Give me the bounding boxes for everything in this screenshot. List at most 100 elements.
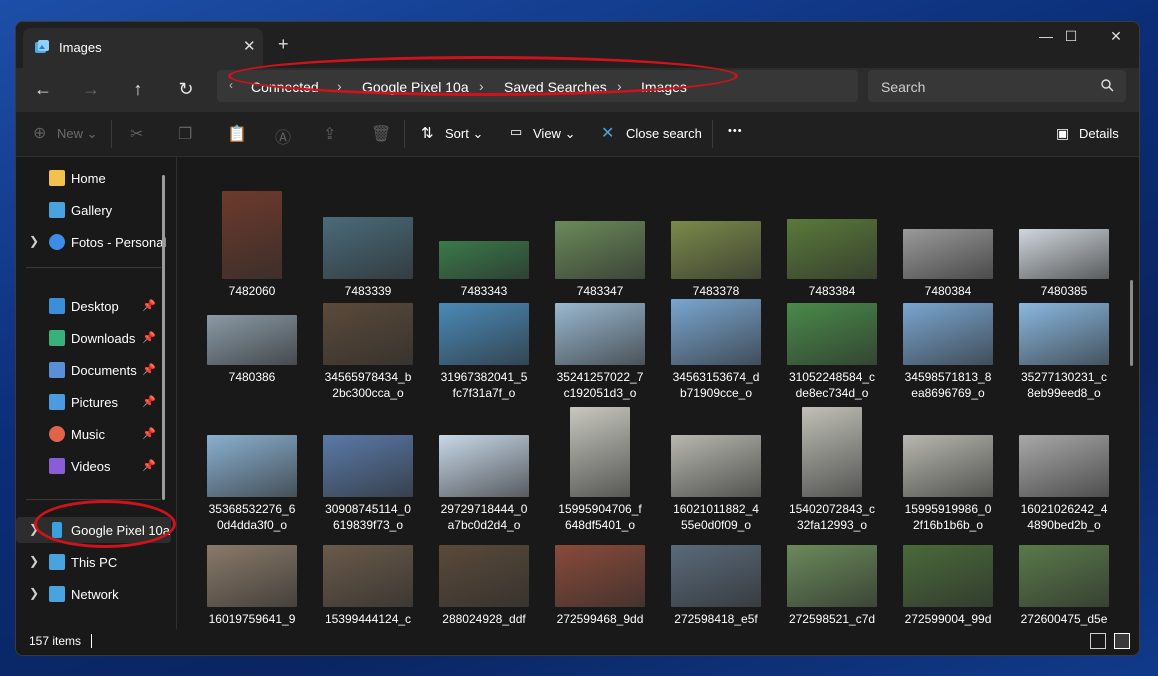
- thumbnail-frame: [1006, 273, 1122, 365]
- sidebar-item-downloads[interactable]: Downloads 📌: [16, 325, 171, 351]
- thumbnail-image: [787, 219, 877, 279]
- close-search-button[interactable]: Close search: [626, 126, 702, 141]
- file-tile[interactable]: 31052248584_c​de8ec734d_o: [774, 273, 890, 403]
- pin-icon[interactable]: 📌: [142, 395, 156, 408]
- file-tile[interactable]: 272599004_99d​9a0d7bf_o: [890, 515, 1006, 629]
- cut-icon[interactable]: ✂: [130, 124, 143, 144]
- file-tile[interactable]: 31967382041_5​fc7f31a7f_o: [426, 273, 542, 403]
- sidebar-item-pictures[interactable]: Pictures 📌: [16, 389, 171, 415]
- close-search-icon: ✕: [601, 125, 615, 142]
- sidebar-item-gallery[interactable]: Gallery: [16, 197, 171, 223]
- pin-icon[interactable]: 📌: [142, 363, 156, 376]
- breadcrumb-lead-chevron-icon: ‹: [229, 78, 233, 92]
- file-tile[interactable]: 34563153674_d​b71909cce_o: [658, 273, 774, 403]
- breadcrumb-connected[interactable]: Connected: [251, 79, 319, 95]
- thumbnail-frame: [426, 405, 542, 497]
- new-button[interactable]: New ⌄: [57, 126, 98, 142]
- sidebar-item-label: Home: [71, 171, 106, 186]
- network-icon: [49, 586, 65, 602]
- file-tile[interactable]: 7483343: [426, 157, 542, 298]
- content-scrollbar[interactable]: [1130, 280, 1133, 366]
- pin-icon[interactable]: 📌: [142, 299, 156, 312]
- sidebar-item-network[interactable]: ❯ Network: [16, 581, 171, 607]
- file-tile[interactable]: 7480385: [1006, 157, 1122, 298]
- details-button[interactable]: Details: [1079, 126, 1119, 141]
- forward-button[interactable]: →: [76, 76, 106, 102]
- share-icon[interactable]: ⇪: [323, 124, 336, 144]
- new-tab-button[interactable]: +: [278, 34, 289, 55]
- paste-icon[interactable]: 📋: [227, 124, 247, 144]
- computer-icon: [49, 554, 65, 570]
- pin-icon[interactable]: 📌: [142, 331, 156, 344]
- thumbnail-frame: [194, 405, 310, 497]
- sidebar-item-desktop[interactable]: Desktop 📌: [16, 293, 171, 319]
- thumbnail-frame: [774, 157, 890, 279]
- thumbnail-frame: [310, 273, 426, 365]
- thumbnail-frame: [1006, 157, 1122, 279]
- images-folder-icon: [35, 40, 49, 53]
- sidebar-item-fotos-personal[interactable]: ❯ Fotos - Personal: [16, 229, 171, 255]
- pin-icon[interactable]: 📌: [142, 459, 156, 472]
- file-tile[interactable]: 16019759641_9​5366a68ab_o: [194, 515, 310, 629]
- thumbnail-frame: [194, 515, 310, 607]
- file-name: 7480386: [228, 370, 276, 384]
- breadcrumb-saved-searches[interactable]: Saved Searches: [504, 79, 607, 95]
- toolbar-divider: [404, 120, 405, 148]
- view-button[interactable]: View ⌄: [533, 126, 575, 142]
- home-icon: [49, 170, 65, 186]
- file-tile[interactable]: 288024928_ddf​95061dc_o: [426, 515, 542, 629]
- file-tile[interactable]: 15399444124_c​c7f106d90_o: [310, 515, 426, 629]
- maximize-button[interactable]: ☐: [1051, 28, 1091, 52]
- large-icons-view-icon[interactable]: [1114, 633, 1130, 649]
- file-tile[interactable]: 7483378: [658, 157, 774, 298]
- file-tile[interactable]: 7482060: [194, 157, 310, 298]
- breadcrumb-google-pixel[interactable]: Google Pixel 10a: [362, 79, 469, 95]
- thumbnail-image: [222, 191, 282, 279]
- file-tile[interactable]: 35241257022_7​c192051d3_o: [542, 273, 658, 403]
- rename-icon[interactable]: Ⓐ: [275, 124, 291, 148]
- thumbnail-frame: [658, 273, 774, 365]
- file-tile[interactable]: 35277130231_c​8eb99eed8_o: [1006, 273, 1122, 403]
- breadcrumb-separator-icon: ›: [337, 78, 342, 94]
- file-tile[interactable]: 272599468_9dd​cf570f0_o: [542, 515, 658, 629]
- sidebar-item-this-pc[interactable]: ❯ This PC: [16, 549, 171, 575]
- file-tile[interactable]: 272600475_d5e​43da32d_o: [1006, 515, 1122, 629]
- documents-icon: [49, 362, 65, 378]
- search-box[interactable]: Search: [868, 70, 1126, 102]
- thumbnail-frame: [890, 273, 1006, 365]
- sidebar-scrollbar[interactable]: [162, 175, 165, 500]
- sidebar-item-documents[interactable]: Documents 📌: [16, 357, 171, 383]
- file-tile[interactable]: 34598571813_8​ea8696769_o: [890, 273, 1006, 403]
- title-bar: Images ✕ + — ☐ ✕: [16, 22, 1139, 68]
- more-options-icon[interactable]: •••: [728, 125, 743, 137]
- address-bar[interactable]: ‹ Connected › Google Pixel 10a › Saved S…: [217, 70, 858, 102]
- chevron-right-icon[interactable]: ❯: [29, 554, 39, 568]
- breadcrumb-images[interactable]: Images: [641, 79, 687, 95]
- file-tile[interactable]: 34565978434_b​2bc300cca_o: [310, 273, 426, 403]
- sidebar-item-videos[interactable]: Videos 📌: [16, 453, 171, 479]
- file-tile[interactable]: 7483384: [774, 157, 890, 298]
- file-tile[interactable]: 7480386: [194, 273, 310, 403]
- new-plus-icon: ⊕: [33, 125, 47, 142]
- tab-images[interactable]: Images ✕: [23, 28, 263, 68]
- back-button[interactable]: ←: [28, 76, 58, 102]
- sidebar-item-music[interactable]: Music 📌: [16, 421, 171, 447]
- tab-close-icon[interactable]: ✕: [243, 37, 256, 55]
- file-tile[interactable]: 7480384: [890, 157, 1006, 298]
- up-button[interactable]: ↑: [123, 76, 153, 102]
- file-tile[interactable]: 7483339: [310, 157, 426, 298]
- file-tile[interactable]: 7483347: [542, 157, 658, 298]
- refresh-button[interactable]: ↻: [171, 76, 201, 102]
- sidebar-item-home[interactable]: Home: [16, 165, 171, 191]
- file-tile[interactable]: 272598418_e5f​0cfacb6_o: [658, 515, 774, 629]
- pin-icon[interactable]: 📌: [142, 427, 156, 440]
- delete-icon[interactable]: 🗑: [371, 124, 391, 144]
- copy-icon[interactable]: ❐: [178, 124, 192, 144]
- file-tile[interactable]: 272598521_c7d​4dbb627_o: [774, 515, 890, 629]
- details-view-icon[interactable]: [1090, 633, 1106, 649]
- chevron-right-icon[interactable]: ❯: [29, 234, 39, 248]
- thumbnail-frame: [310, 515, 426, 607]
- chevron-right-icon[interactable]: ❯: [29, 586, 39, 600]
- close-window-button[interactable]: ✕: [1096, 28, 1136, 52]
- sort-button[interactable]: Sort ⌄: [445, 126, 483, 142]
